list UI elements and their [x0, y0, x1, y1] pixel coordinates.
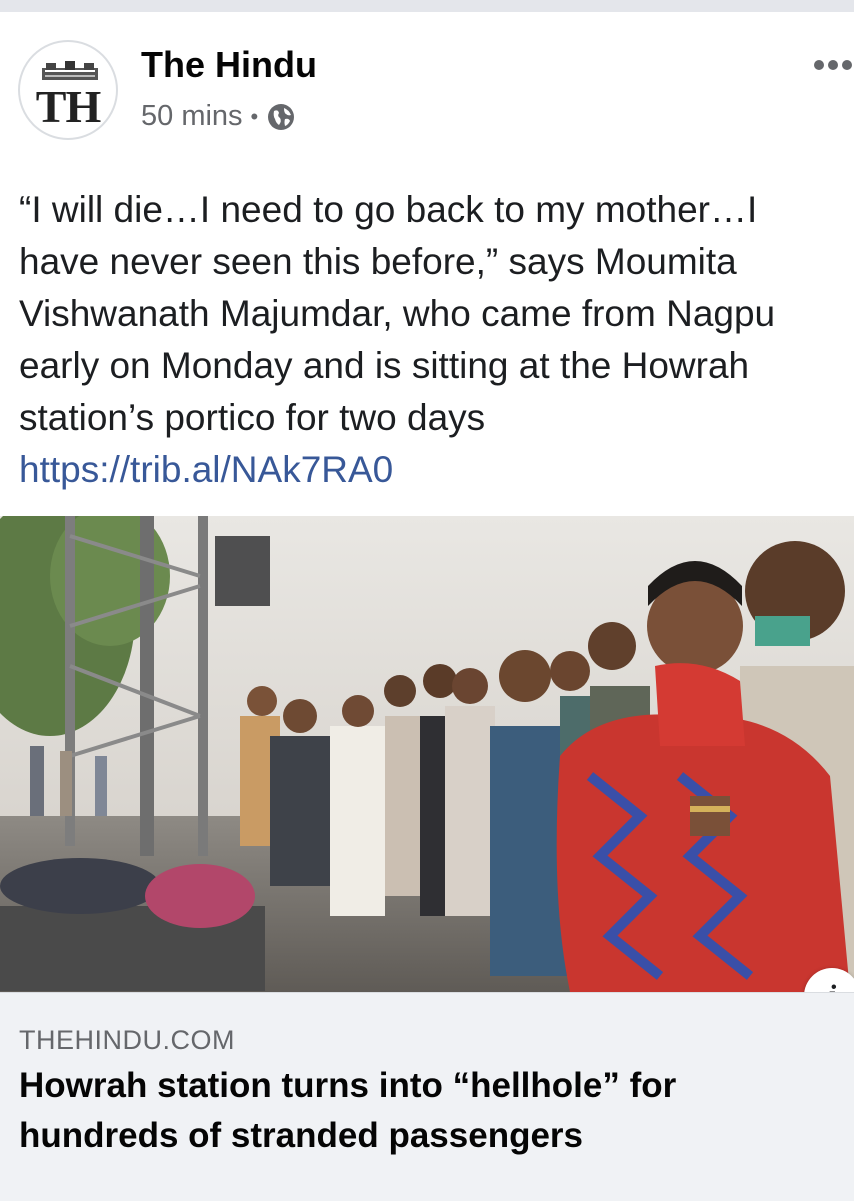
post-meta: 50 mins • [141, 100, 296, 133]
post-text-line: station’s portico for two days [19, 397, 486, 438]
globe-icon[interactable] [266, 102, 296, 132]
page-name[interactable]: The Hindu [141, 44, 317, 86]
top-divider [0, 0, 854, 12]
post-link[interactable]: https://trib.al/NAk7RA0 [19, 444, 393, 496]
post-message: “I will die…I need to go back to my moth… [19, 184, 854, 444]
post-text-line: Vishwanath Majumdar, who came from Nagpu [19, 293, 776, 334]
avatar-monogram: TH [35, 81, 101, 132]
post-text-line: have never seen this before,” says Moumi… [19, 241, 737, 282]
link-headline[interactable]: Howrah station turns into “hellhole” for… [19, 1061, 834, 1161]
link-preview-image[interactable] [0, 516, 854, 992]
link-domain: THEHINDU.COM [19, 1025, 235, 1055]
meta-separator: • [250, 103, 259, 129]
newspaper-emblem-icon [42, 61, 98, 80]
more-options-icon[interactable] [812, 58, 854, 72]
post-text-line: early on Monday and is sitting at the Ho… [19, 345, 750, 386]
news-photo-illustration [0, 516, 854, 992]
post-time[interactable]: 50 mins [141, 100, 243, 133]
post-text-line: “I will die…I need to go back to my moth… [19, 189, 758, 230]
link-preview-card[interactable]: THEHINDU.COM Howrah station turns into “… [0, 992, 854, 1201]
page-avatar[interactable]: TH [18, 40, 118, 140]
